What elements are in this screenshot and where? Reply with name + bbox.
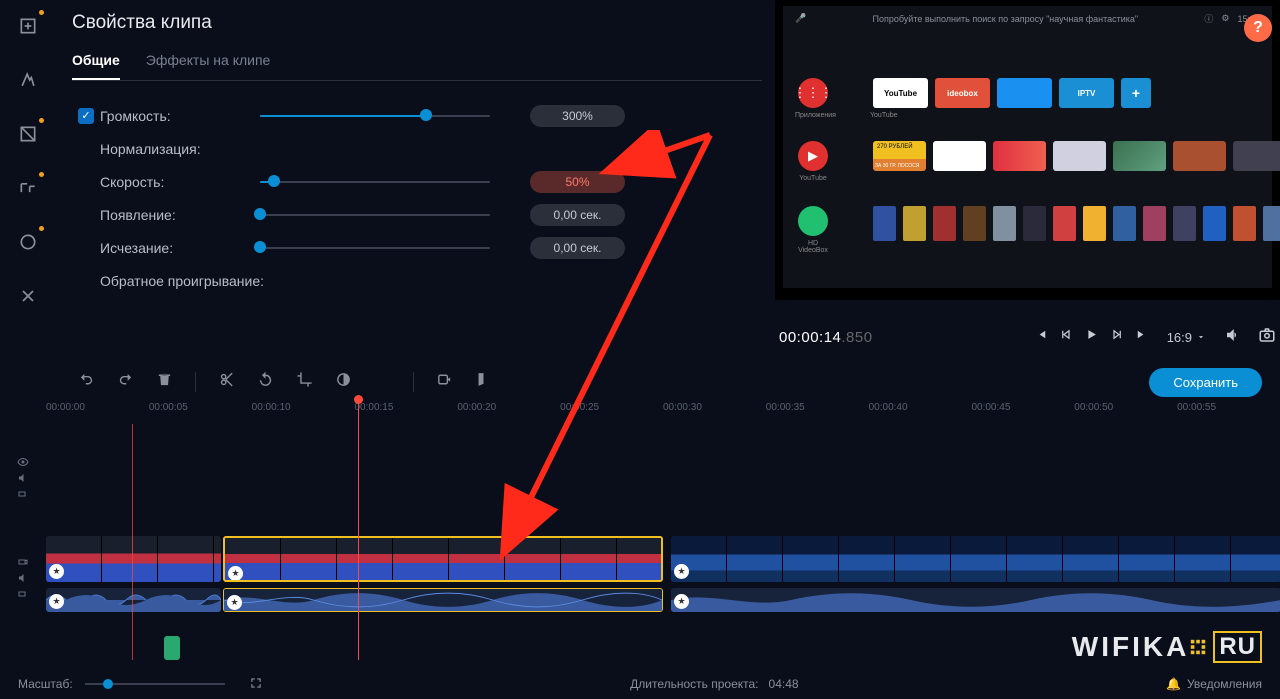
music-clip[interactable] [164,636,180,660]
rotate-button[interactable] [257,371,274,393]
audio-clip-selected[interactable]: ★ [223,588,663,612]
volume-value[interactable]: 300% [530,105,625,127]
preview-timecode: 00:00:14.850 [779,329,873,346]
duration-label: Длительность проекта: [630,677,758,691]
stickers-button[interactable] [10,224,46,260]
bell-icon[interactable]: 🔔 [1166,677,1181,691]
speed-label: Скорость: [100,174,260,190]
reverse-label: Обратное проигрывание: [100,273,270,289]
tv-search-text: Попробуйте выполнить поиск по запросу "н… [806,14,1204,24]
next-clip-button[interactable] [1134,327,1149,347]
ruler-tick: 00:00:10 [252,402,355,424]
volume-checkbox[interactable]: ✓ [78,108,94,124]
save-button[interactable]: Сохранить [1149,368,1262,397]
fadein-value[interactable]: 0,00 сек. [530,204,625,226]
panel-title: Свойства клипа [72,12,762,34]
volume-icon[interactable] [1224,326,1242,349]
ruler-tick: 00:00:35 [766,402,869,424]
ruler-tick: 00:00:05 [149,402,252,424]
star-icon: ★ [674,594,689,609]
equalizer-button[interactable] [374,371,391,393]
more-tools-button[interactable] [10,278,46,314]
ruler-tick: 00:00:30 [663,402,766,424]
preview-area: ? 🎤 Попробуйте выполнить поиск по запрос… [775,0,1280,360]
panel-tabs: Общие Эффекты на клипе [72,52,762,81]
speed-value[interactable]: 50% [530,171,625,193]
star-icon: ★ [228,566,243,581]
timeline-ruler[interactable]: 00:00:0000:00:0500:00:1000:00:1500:00:20… [46,402,1280,424]
duration-value: 04:48 [769,677,799,691]
info-icon: ⓘ [1204,12,1213,25]
ruler-tick: 00:00:25 [560,402,663,424]
add-media-button[interactable] [10,8,46,44]
ruler-tick: 00:00:40 [869,402,972,424]
audio-track[interactable]: ★ ★ ★ [46,588,1280,616]
ruler-tick: 00:00:55 [1177,402,1280,424]
fadeout-value[interactable]: 0,00 сек. [530,237,625,259]
snapshot-icon[interactable] [1258,326,1276,349]
zoom-fit-icon[interactable] [249,676,263,693]
star-icon: ★ [674,564,689,579]
fadein-slider[interactable] [260,212,490,218]
undo-button[interactable] [78,371,95,393]
star-icon: ★ [227,595,242,610]
filters-button[interactable] [10,62,46,98]
volume-label: Громкость: [100,108,260,124]
fadein-label: Появление: [100,207,260,223]
volume-slider[interactable] [260,113,490,119]
ruler-tick: 00:00:50 [1074,402,1177,424]
notifications-label[interactable]: Уведомления [1187,677,1262,691]
ruler-tick: 00:00:00 [46,402,149,424]
transitions-button[interactable] [10,116,46,152]
watermark-logo: WIFIKA RU [1072,631,1262,663]
next-frame-button[interactable] [1109,327,1124,347]
fadeout-label: Исчезание: [100,240,260,256]
video-clip-selected[interactable]: ★ [223,536,663,582]
track1-controls[interactable] [8,456,38,500]
ruler-tick: 00:00:20 [457,402,560,424]
video-clip-1[interactable]: ★ [46,536,221,582]
ruler-tick: 00:00:15 [354,402,457,424]
aspect-ratio-select[interactable]: 16:9 [1167,330,1206,345]
fadeout-slider[interactable] [260,245,490,251]
playhead[interactable] [358,398,359,660]
prev-clip-button[interactable] [1034,327,1049,347]
marker-button[interactable] [475,371,492,393]
star-icon: ★ [49,564,64,579]
redo-button[interactable] [117,371,134,393]
video-track[interactable]: ★ ★ ★ [46,536,1280,586]
track2-controls[interactable] [8,556,38,600]
crop-button[interactable] [296,371,313,393]
prev-frame-button[interactable] [1059,327,1074,347]
ruler-tick: 00:00:45 [971,402,1074,424]
cut-button[interactable] [218,371,235,393]
zoom-label: Масштаб: [18,677,73,691]
side-toolbar [0,0,56,360]
status-bar: Масштаб: Длительность проекта: 04:48 🔔 У… [0,669,1280,699]
secondary-marker[interactable] [132,424,133,660]
play-button[interactable] [1084,327,1099,347]
clip-properties-panel: Свойства клипа Общие Эффекты на клипе ✓ … [72,12,762,297]
preview-video[interactable]: 🎤 Попробуйте выполнить поиск по запросу … [775,0,1280,300]
add-track-button[interactable] [14,406,32,425]
mic-icon: 🎤 [795,13,806,24]
audio-clip-1[interactable]: ★ [46,588,221,612]
video-clip-3[interactable]: ★ [671,536,1280,582]
record-button[interactable] [436,371,453,393]
gear-icon: ⚙ [1221,13,1229,24]
zoom-slider[interactable] [85,683,225,685]
speed-slider[interactable] [260,179,490,185]
audio-clip-3[interactable]: ★ [671,588,1280,612]
normalize-label: Нормализация: [100,141,260,157]
color-adjust-button[interactable] [335,371,352,393]
delete-button[interactable] [156,371,173,393]
tab-effects[interactable]: Эффекты на клипе [146,52,271,80]
help-button[interactable]: ? [1244,14,1272,42]
star-icon: ★ [49,594,64,609]
titles-button[interactable] [10,170,46,206]
tab-general[interactable]: Общие [72,52,120,80]
timeline-toolbar: Сохранить [0,362,1280,402]
